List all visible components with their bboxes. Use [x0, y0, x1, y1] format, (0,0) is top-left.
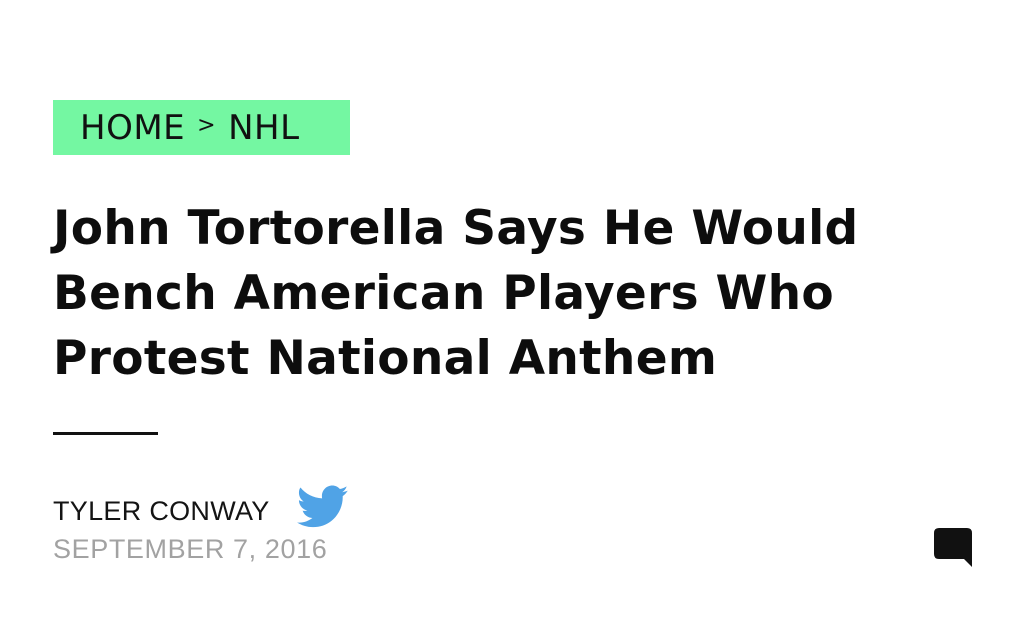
byline: TYLER CONWAY [53, 485, 349, 533]
publish-date: SEPTEMBER 7, 2016 [53, 534, 328, 564]
comment-bubble-icon[interactable] [933, 527, 973, 567]
breadcrumb-separator: > [197, 113, 217, 138]
breadcrumb: HOME > NHL [53, 100, 350, 155]
article-headline: John Tortorella Says He Would Bench Amer… [53, 201, 859, 386]
twitter-bird-icon[interactable] [296, 485, 349, 529]
breadcrumb-section-link[interactable]: NHL [228, 108, 299, 148]
headline-divider [53, 432, 158, 435]
breadcrumb-home-link[interactable]: HOME [80, 108, 185, 148]
author-name-link[interactable]: TYLER CONWAY [53, 496, 270, 527]
